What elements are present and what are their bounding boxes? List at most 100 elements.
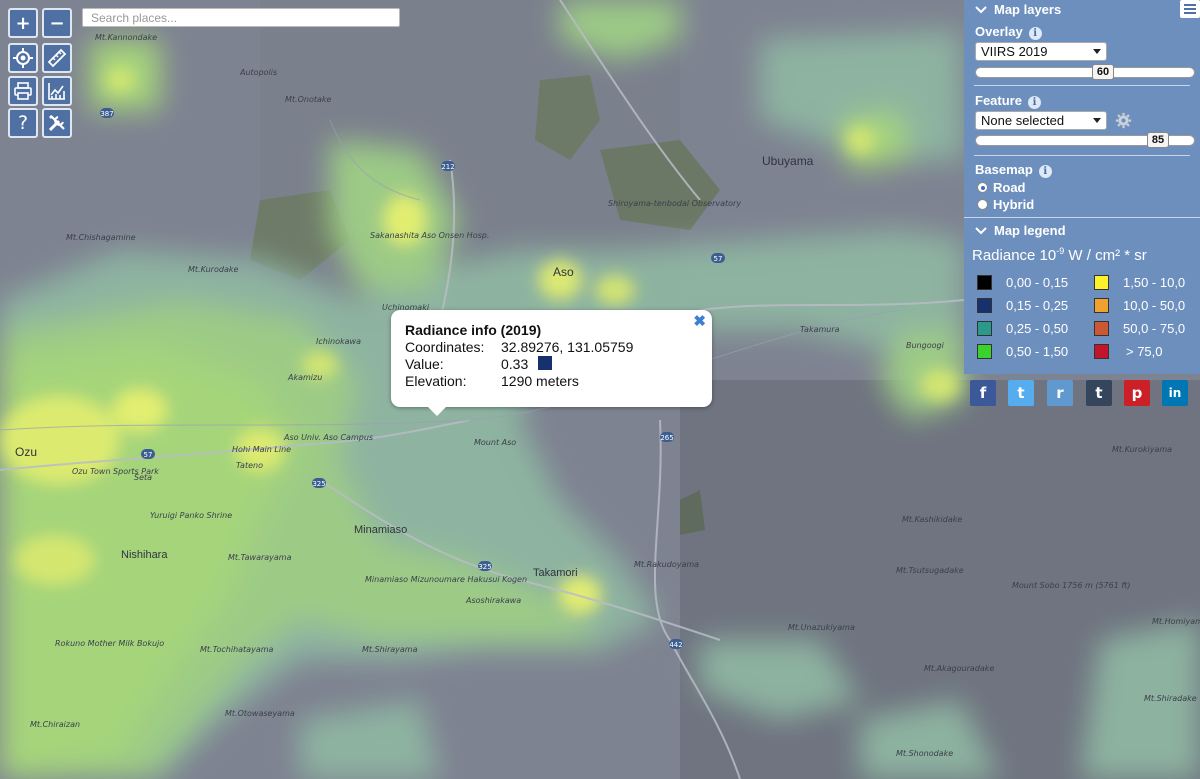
map-label-aso: Aso [553, 265, 574, 279]
popup-title: Radiance info (2019) [405, 322, 542, 338]
info-icon[interactable]: i [1028, 27, 1042, 40]
info-icon[interactable]: i [1038, 165, 1052, 178]
legend-swatch [977, 275, 992, 290]
map-label-observatory: Shiroyama-tenbodai Observatory [608, 199, 741, 208]
map-legend-header[interactable]: Map legend [974, 223, 1066, 238]
map-label-minamiaso: Minamiaso [354, 524, 407, 536]
legend-item: 10,0 - 50,0 [1094, 298, 1185, 313]
radio-selected-icon[interactable] [977, 182, 988, 193]
legend-item: 50,0 - 75,0 [1094, 321, 1185, 336]
dropdown-arrow-icon [1093, 118, 1101, 123]
overlay-label: Overlay [975, 24, 1023, 39]
feature-opacity-value[interactable]: 85 [1147, 132, 1169, 148]
map-label-shiradake: Mt.Shiradake [1144, 694, 1197, 703]
radio-unselected-icon[interactable] [977, 199, 988, 210]
popup-close-icon[interactable]: ✖ [693, 312, 706, 330]
feature-select[interactable]: None selected [975, 111, 1107, 130]
ruler-icon [47, 48, 67, 68]
map-label-mizunoumare: Minamiaso Mizunoumare Hakusui Kogen [365, 575, 527, 584]
map-label-takamori: Takamori [533, 567, 578, 579]
svg-text:57: 57 [144, 451, 153, 459]
linkedin-share-button[interactable]: in [1162, 380, 1188, 406]
map-label-asoshirakawa: Asoshirakawa [465, 596, 521, 605]
map-label-shonodake: Mt.Shonodake [896, 749, 953, 758]
value-color-swatch [538, 356, 553, 370]
search-input[interactable] [82, 8, 400, 27]
map-label-rakudoyama: Mt.Rakudoyama [634, 560, 699, 569]
map-label-chiraizan: Mt.Chiraizan [30, 720, 80, 729]
map-label-chishagamine: Mt.Chishagamine [66, 233, 136, 242]
tumblr-share-button[interactable]: t [1086, 380, 1112, 406]
map-label-takamura: Takamura [800, 325, 840, 334]
map-label-ichinokawa: Ichinokawa [316, 337, 361, 346]
map-label-hohi-line: Hohi Main Line [232, 445, 291, 454]
overlay-opacity-slider[interactable] [975, 67, 1195, 78]
legend-swatch [1094, 275, 1109, 290]
feature-label-row: Feature i [975, 92, 1041, 110]
tools-icon [48, 115, 65, 132]
menu-icon[interactable] [1180, 0, 1200, 18]
legend-swatch [977, 344, 992, 359]
locate-button[interactable] [8, 43, 38, 73]
printer-icon [14, 82, 32, 100]
basemap-hybrid-option[interactable]: Hybrid [977, 197, 1034, 212]
map-label-tawarayama: Mt.Tawarayama [228, 553, 292, 562]
map-label-kurokiyama: Mt.Kurokiyama [1112, 445, 1172, 454]
legend-swatch [1094, 344, 1109, 359]
svg-text:325: 325 [312, 480, 325, 488]
twitter-share-button[interactable]: t [1008, 380, 1034, 406]
svg-text:325: 325 [478, 563, 491, 571]
map-label-bungoogi: Bungoogi [906, 341, 945, 350]
map-label-kannondake: Mt.Kannondake [95, 33, 157, 42]
popup-coordinates-row: Coordinates: 32.89276, 131.05759 [405, 339, 698, 356]
legend-item: 0,00 - 0,15 [977, 275, 1068, 290]
svg-text:212: 212 [441, 163, 454, 171]
gear-icon[interactable] [1115, 112, 1132, 129]
zoom-in-button[interactable]: + [8, 8, 38, 38]
legend-swatch [1094, 298, 1109, 313]
facebook-share-button[interactable]: f [970, 380, 996, 406]
help-button[interactable]: ? [8, 108, 38, 138]
map-label-sakanashita: Sakanashita Aso Onsen Hosp. [370, 231, 489, 240]
map-label-tsutsugadake: Mt.Tsutsugadake [896, 566, 964, 575]
map-label-kashikidake: Mt.Kashikidake [902, 515, 962, 524]
coordinates-label: Coordinates: [405, 339, 485, 355]
map-label-tochihatayama: Mt.Tochihatayama [200, 645, 274, 654]
chart-button[interactable] [42, 76, 72, 106]
legend-title: Radiance 10-9 W / cm² * sr [972, 246, 1147, 264]
map-label-mount-aso: Mount Aso [474, 438, 516, 447]
popup-value-row: Value: 0.33 [405, 356, 698, 373]
panel-divider [964, 217, 1200, 218]
reddit-share-button[interactable]: r [1047, 380, 1073, 406]
map-label-autopolis: Autopolis [239, 68, 277, 77]
legend-item: 0,15 - 0,25 [977, 298, 1068, 313]
chevron-down-icon [975, 226, 987, 234]
popup-elevation-row: Elevation: 1290 meters [405, 373, 698, 390]
tools-button[interactable] [42, 108, 72, 138]
map-label-shirayama: Mt.Shirayama [362, 645, 418, 654]
basemap-road-option[interactable]: Road [977, 180, 1026, 195]
elevation-label: Elevation: [405, 373, 467, 389]
radiance-popup: ✖ Radiance info (2019) Coordinates: 32.8… [391, 310, 712, 416]
overlay-opacity-value[interactable]: 60 [1092, 64, 1114, 80]
print-button[interactable] [8, 76, 38, 106]
map-label-unazukiyama: Mt.Unazukiyama [788, 623, 855, 632]
zoom-out-button[interactable]: − [42, 8, 72, 38]
legend-item: 0,25 - 0,50 [977, 321, 1068, 336]
map-layers-header[interactable]: Map layers [974, 2, 1061, 17]
basemap-label-row: Basemap i [975, 161, 1052, 179]
panel-divider [974, 85, 1190, 86]
legend-swatch [977, 298, 992, 313]
measure-button[interactable] [42, 43, 72, 73]
chevron-down-icon [975, 5, 987, 13]
feature-label: Feature [975, 93, 1022, 108]
map-label-mount-sobo: Mount Sobo 1756 m (5761 ft) [1012, 581, 1130, 590]
svg-text:265: 265 [660, 434, 673, 442]
line-chart-icon [48, 83, 65, 100]
info-icon[interactable]: i [1027, 96, 1041, 109]
overlay-select[interactable]: VIIRS 2019 [975, 42, 1107, 61]
svg-text:442: 442 [669, 641, 682, 649]
pinterest-share-button[interactable]: p [1124, 380, 1150, 406]
legend-item: > 75,0 [1094, 344, 1163, 359]
panel-divider [974, 155, 1190, 156]
